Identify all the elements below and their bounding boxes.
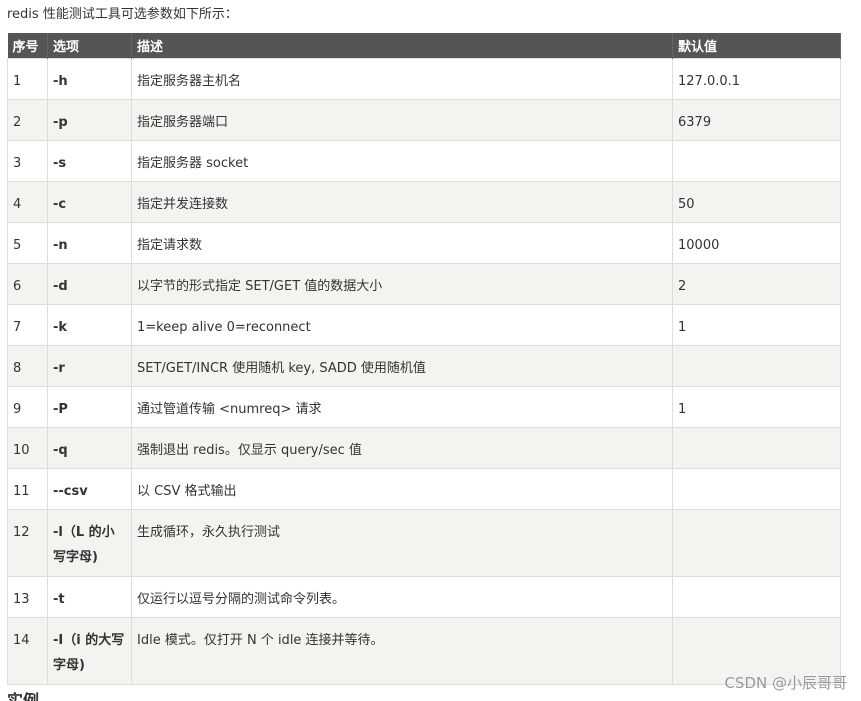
cell-default bbox=[672, 427, 841, 469]
table-row: 3 -s 指定服务器 socket bbox=[7, 140, 841, 182]
cell-desc: 指定请求数 bbox=[131, 222, 673, 264]
cell-no: 6 bbox=[7, 263, 48, 305]
cell-desc: 以字节的形式指定 SET/GET 值的数据大小 bbox=[131, 263, 673, 305]
page: redis 性能测试工具可选参数如下所示： 序号 选项 描述 默认值 1 -h … bbox=[0, 0, 861, 701]
cell-no: 12 bbox=[7, 509, 48, 577]
table-row: 2 -p 指定服务器端口 6379 bbox=[7, 99, 841, 141]
cell-default: 2 bbox=[672, 263, 841, 305]
cell-default: 6379 bbox=[672, 99, 841, 141]
table-row: 10 -q 强制退出 redis。仅显示 query/sec 值 bbox=[7, 427, 841, 469]
cell-default: 127.0.0.1 bbox=[672, 58, 841, 100]
table-row: 5 -n 指定请求数 10000 bbox=[7, 222, 841, 264]
cell-desc: 1=keep alive 0=reconnect bbox=[131, 304, 673, 346]
params-table: 序号 选项 描述 默认值 1 -h 指定服务器主机名 127.0.0.1 2 -… bbox=[7, 33, 841, 685]
cell-option: -p bbox=[47, 99, 132, 141]
cell-option: -q bbox=[47, 427, 132, 469]
cell-default: 1 bbox=[672, 304, 841, 346]
cell-desc: 指定服务器 socket bbox=[131, 140, 673, 182]
table-row: 14 -I（i 的大写字母) Idle 模式。仅打开 N 个 idle 连接并等… bbox=[7, 617, 841, 685]
table-row: 7 -k 1=keep alive 0=reconnect 1 bbox=[7, 304, 841, 346]
cell-option: --csv bbox=[47, 468, 132, 510]
cell-no: 7 bbox=[7, 304, 48, 346]
table-header-row: 序号 选项 描述 默认值 bbox=[7, 33, 841, 59]
cell-option: -I（i 的大写字母) bbox=[47, 617, 132, 685]
cell-option: -k bbox=[47, 304, 132, 346]
cell-desc: 以 CSV 格式输出 bbox=[131, 468, 673, 510]
cell-option: -d bbox=[47, 263, 132, 305]
header-default: 默认值 bbox=[672, 33, 841, 59]
cell-default bbox=[672, 576, 841, 618]
cell-default bbox=[672, 509, 841, 577]
cell-no: 3 bbox=[7, 140, 48, 182]
cell-no: 10 bbox=[7, 427, 48, 469]
table-row: 11 --csv 以 CSV 格式输出 bbox=[7, 468, 841, 510]
table-row: 6 -d 以字节的形式指定 SET/GET 值的数据大小 2 bbox=[7, 263, 841, 305]
table-row: 13 -t 仅运行以逗号分隔的测试命令列表。 bbox=[7, 576, 841, 618]
cell-desc: 指定并发连接数 bbox=[131, 181, 673, 223]
table-row: 12 -l（L 的小写字母) 生成循环，永久执行测试 bbox=[7, 509, 841, 577]
cell-option: -P bbox=[47, 386, 132, 428]
cell-no: 11 bbox=[7, 468, 48, 510]
cell-default: 50 bbox=[672, 181, 841, 223]
cell-no: 2 bbox=[7, 99, 48, 141]
cell-desc: 指定服务器端口 bbox=[131, 99, 673, 141]
table-row: 9 -P 通过管道传输 <numreq> 请求 1 bbox=[7, 386, 841, 428]
cell-desc: 强制退出 redis。仅显示 query/sec 值 bbox=[131, 427, 673, 469]
cell-default bbox=[672, 140, 841, 182]
cell-no: 4 bbox=[7, 181, 48, 223]
header-desc: 描述 bbox=[131, 33, 673, 59]
cell-option: -h bbox=[47, 58, 132, 100]
cell-no: 5 bbox=[7, 222, 48, 264]
cell-option: -l（L 的小写字母) bbox=[47, 509, 132, 577]
cell-desc: 生成循环，永久执行测试 bbox=[131, 509, 673, 577]
cell-no: 1 bbox=[7, 58, 48, 100]
cell-default bbox=[672, 345, 841, 387]
cell-default: 1 bbox=[672, 386, 841, 428]
cell-no: 8 bbox=[7, 345, 48, 387]
cell-no: 14 bbox=[7, 617, 48, 685]
cell-option: -n bbox=[47, 222, 132, 264]
cell-desc: SET/GET/INCR 使用随机 key, SADD 使用随机值 bbox=[131, 345, 673, 387]
intro-text: redis 性能测试工具可选参数如下所示： bbox=[7, 7, 238, 22]
section-heading-example: 实例 bbox=[7, 691, 40, 701]
cell-option: -t bbox=[47, 576, 132, 618]
watermark: CSDN @小辰哥哥 bbox=[724, 674, 847, 692]
cell-desc: Idle 模式。仅打开 N 个 idle 连接并等待。 bbox=[131, 617, 673, 685]
header-no: 序号 bbox=[7, 33, 48, 59]
cell-desc: 指定服务器主机名 bbox=[131, 58, 673, 100]
header-option: 选项 bbox=[47, 33, 132, 59]
cell-no: 13 bbox=[7, 576, 48, 618]
table-row: 4 -c 指定并发连接数 50 bbox=[7, 181, 841, 223]
cell-option: -c bbox=[47, 181, 132, 223]
cell-option: -s bbox=[47, 140, 132, 182]
table-row: 8 -r SET/GET/INCR 使用随机 key, SADD 使用随机值 bbox=[7, 345, 841, 387]
cell-option: -r bbox=[47, 345, 132, 387]
cell-desc: 仅运行以逗号分隔的测试命令列表。 bbox=[131, 576, 673, 618]
cell-desc: 通过管道传输 <numreq> 请求 bbox=[131, 386, 673, 428]
cell-no: 9 bbox=[7, 386, 48, 428]
cell-default: 10000 bbox=[672, 222, 841, 264]
cell-default bbox=[672, 468, 841, 510]
table-row: 1 -h 指定服务器主机名 127.0.0.1 bbox=[7, 58, 841, 100]
